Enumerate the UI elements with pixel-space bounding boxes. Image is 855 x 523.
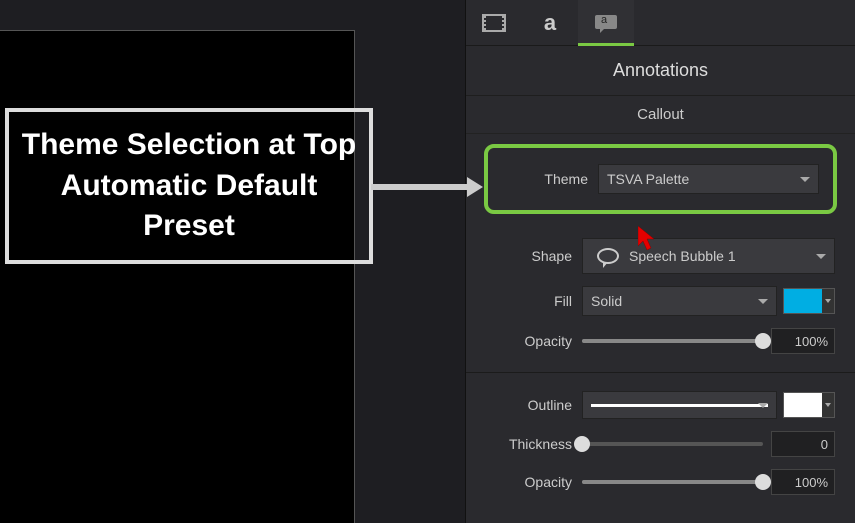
outline-style-dropdown[interactable] [582,391,777,419]
letter-a-icon: a [544,10,556,36]
fill-color-preview [784,289,822,313]
tab-bar: a a [466,0,855,46]
outline-color-preview [784,393,822,417]
speech-bubble-icon [597,248,619,264]
chevron-down-icon [816,254,826,259]
fill-mode-dropdown[interactable]: Solid [582,286,777,316]
outline-opacity-value[interactable]: 100% [771,469,835,495]
thickness-label: Thickness [486,436,582,452]
fill-opacity-slider[interactable] [582,339,763,343]
annotation-callout-box[interactable]: Theme Selection at Top Automatic Default… [5,108,373,264]
fill-label: Fill [486,293,582,309]
chevron-down-icon [758,299,768,304]
thickness-value[interactable]: 0 [771,431,835,457]
shape-value: Speech Bubble 1 [629,248,736,264]
canvas-stage [0,30,355,523]
chevron-down-icon [800,177,810,182]
annotation-callout-text: Theme Selection at Top Automatic Default… [9,115,369,257]
outline-opacity-slider[interactable] [582,480,763,484]
fill-mode-value: Solid [591,293,622,309]
tab-text[interactable]: a [522,0,578,46]
outline-color-swatch[interactable] [783,392,835,418]
fill-opacity-value[interactable]: 100% [771,328,835,354]
chevron-down-icon [822,393,834,417]
outline-line-preview [591,404,768,407]
theme-highlight: Theme TSVA Palette [484,144,837,214]
theme-dropdown[interactable]: TSVA Palette [598,164,819,194]
theme-label: Theme [502,171,598,187]
chevron-down-icon [758,403,768,408]
canvas-area: Theme Selection at Top Automatic Default… [0,0,465,523]
outline-label: Outline [486,397,582,413]
tab-media[interactable] [466,0,522,46]
theme-value: TSVA Palette [607,171,689,187]
chevron-down-icon [822,289,834,313]
fill-color-swatch[interactable] [783,288,835,314]
tab-annotations[interactable]: a [578,0,634,46]
slider-thumb[interactable] [755,474,771,490]
divider [466,372,855,373]
panel-title: Annotations [466,46,855,96]
thickness-slider[interactable] [582,442,763,446]
callout-icon: a [595,15,617,29]
annotation-arrow [371,184,469,190]
outline-opacity-label: Opacity [486,474,582,490]
film-icon [482,14,506,32]
properties-panel: a a Annotations Callout Theme TSVA Palet… [465,0,855,523]
shape-label: Shape [486,248,582,264]
slider-thumb[interactable] [755,333,771,349]
panel-section: Callout [466,96,855,134]
shape-dropdown[interactable]: Speech Bubble 1 [582,238,835,274]
fill-opacity-label: Opacity [486,333,582,349]
slider-thumb[interactable] [574,436,590,452]
